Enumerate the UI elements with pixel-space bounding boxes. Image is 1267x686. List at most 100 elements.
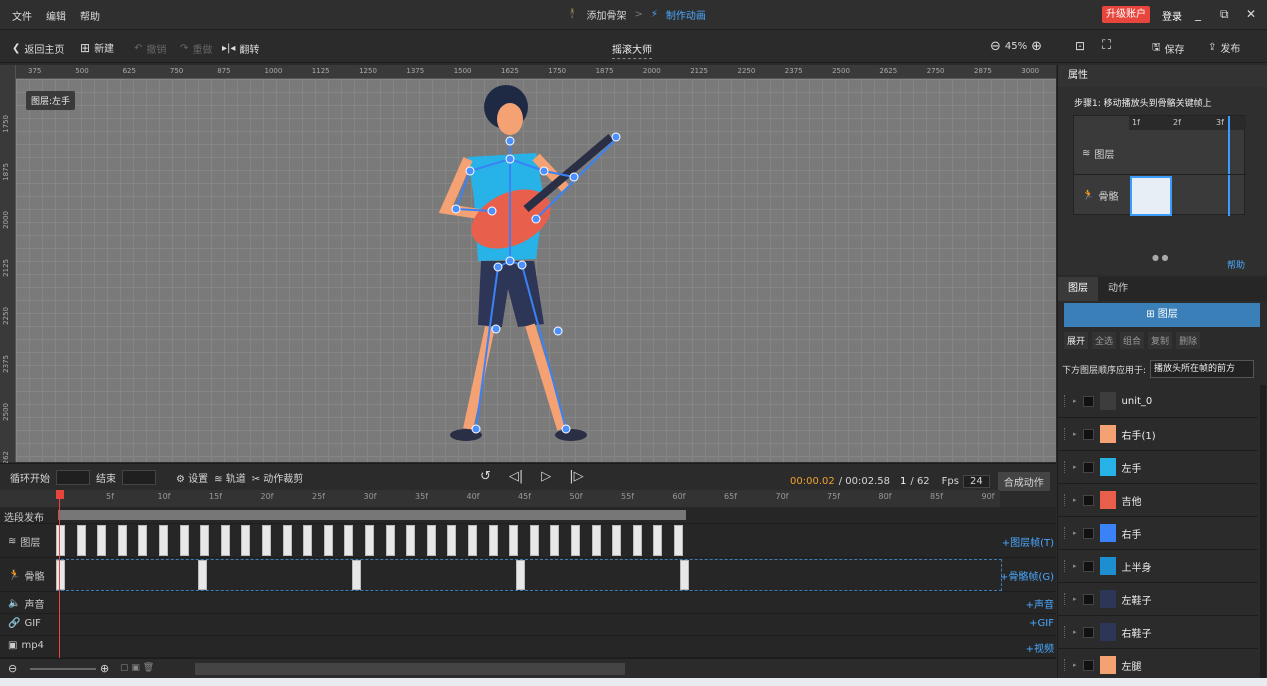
menu-file[interactable]: 文件 — [12, 8, 32, 23]
layer-keyframe[interactable] — [365, 525, 374, 556]
copy-button[interactable]: 复制 — [1148, 332, 1173, 349]
select-all-button[interactable]: 全选 — [1092, 332, 1117, 349]
play-icon[interactable]: ▷ — [541, 469, 551, 484]
layer-keyframe[interactable] — [426, 525, 436, 556]
list-item[interactable]: ▸ 右手 — [1058, 517, 1258, 550]
layer-keyframe[interactable] — [468, 525, 477, 556]
layer-keyframe[interactable] — [97, 525, 107, 556]
bone-keyframe[interactable] — [352, 560, 361, 590]
add-layer-button[interactable]: ⊞ 图层 — [1064, 303, 1260, 327]
bone-keyframe[interactable] — [56, 560, 65, 590]
expand-arrow-icon[interactable]: ▸ — [1073, 628, 1077, 636]
layer-order-select[interactable]: 播放头所在帧的前方 — [1150, 360, 1255, 378]
add-sound-button[interactable]: +声音 — [1026, 596, 1054, 611]
add-layer-frame-button[interactable]: +图层帧(T) — [1002, 534, 1054, 549]
layer-keyframe[interactable] — [571, 525, 580, 556]
back-home-button[interactable]: ❮ 返回主页 — [12, 41, 64, 56]
list-item[interactable]: ▸ 右鞋子 — [1058, 616, 1258, 649]
layer-checkbox[interactable] — [1082, 527, 1094, 539]
layer-keyframe[interactable] — [76, 525, 86, 556]
stage-canvas[interactable]: 图层:左手 — [16, 79, 1056, 462]
cut-button[interactable]: ✂ 动作裁剪 — [252, 470, 304, 485]
expand-arrow-icon[interactable]: ▸ — [1073, 430, 1077, 438]
fit-screen-icon[interactable]: ⊡ — [1075, 39, 1085, 53]
zoom-out-icon[interactable]: ⊖ — [990, 39, 1001, 54]
timeline-zoom-in-icon[interactable]: ⊕ — [100, 662, 109, 675]
layer-checkbox[interactable] — [1082, 626, 1094, 638]
layer-keyframe[interactable] — [344, 525, 354, 556]
layer-keyframe[interactable] — [529, 525, 539, 556]
layer-checkbox[interactable] — [1082, 461, 1094, 473]
list-item[interactable]: ▸ 左手 — [1058, 451, 1258, 484]
list-item[interactable]: ▸ 吉他 — [1058, 484, 1258, 517]
drag-handle-icon[interactable] — [1064, 527, 1067, 539]
timeline-zoom-slider[interactable] — [30, 668, 96, 670]
login-button[interactable]: 登录 — [1162, 8, 1182, 23]
drag-handle-icon[interactable] — [1064, 428, 1067, 440]
prev-frame-icon[interactable]: ◁| — [509, 469, 523, 484]
layer-list-scrollbar[interactable] — [1260, 385, 1266, 685]
save-button[interactable]: 🖫 保存 — [1152, 40, 1185, 57]
drag-handle-icon[interactable] — [1064, 626, 1067, 638]
layer-checkbox[interactable] — [1082, 494, 1094, 506]
rewind-icon[interactable]: ↺ — [480, 469, 491, 484]
timeline-scrollbar[interactable] — [195, 663, 625, 675]
layer-keyframe[interactable] — [447, 525, 457, 556]
layer-keyframe[interactable] — [509, 525, 519, 556]
expand-arrow-icon[interactable]: ▸ — [1073, 496, 1077, 504]
bone-keyframe[interactable] — [516, 560, 525, 590]
menu-edit[interactable]: 编辑 — [46, 8, 66, 23]
combine-action-button[interactable]: 合成动作 — [997, 472, 1050, 491]
add-gif-button[interactable]: +GIF — [1029, 618, 1054, 629]
layer-keyframe[interactable] — [385, 525, 395, 556]
layer-keyframe[interactable] — [200, 525, 210, 556]
next-frame-icon[interactable]: |▷ — [569, 469, 583, 484]
delete-button[interactable]: 删除 — [1176, 332, 1201, 349]
layer-keyframe[interactable] — [550, 525, 560, 556]
segment-range-bar[interactable] — [58, 510, 686, 520]
drag-handle-icon[interactable] — [1064, 395, 1067, 407]
minimize-button[interactable]: _ — [1195, 7, 1201, 21]
layer-keyframe[interactable] — [56, 525, 65, 556]
fps-select[interactable]: 24 — [962, 475, 990, 488]
layer-keyframe[interactable] — [323, 525, 333, 556]
pager-dots[interactable]: ● ● — [1152, 253, 1169, 262]
layer-keyframe[interactable] — [488, 525, 498, 556]
layer-keyframe[interactable] — [674, 525, 683, 556]
document-name[interactable]: 摇滚大师 — [612, 41, 652, 59]
playhead[interactable] — [56, 490, 64, 499]
redo-button[interactable]: ↷ 重做 — [180, 41, 212, 56]
tab-layers[interactable]: 图层 — [1058, 277, 1098, 301]
list-item[interactable]: ▸ 上半身 — [1058, 550, 1258, 583]
add-bone-frame-button[interactable]: +骨骼帧(G) — [1000, 568, 1054, 583]
flip-button[interactable]: ▸|◂ 翻转 — [222, 41, 259, 56]
layer-keyframe[interactable] — [612, 525, 622, 556]
close-button[interactable]: ✕ — [1246, 7, 1256, 21]
list-item[interactable]: ▸ 左鞋子 — [1058, 583, 1258, 616]
drag-handle-icon[interactable] — [1064, 494, 1067, 506]
frame-tools-icons[interactable]: ▢ ▣ 🗑 — [120, 663, 154, 673]
expand-arrow-icon[interactable]: ▸ — [1073, 397, 1077, 405]
expand-arrow-icon[interactable]: ▸ — [1073, 595, 1077, 603]
new-button[interactable]: ⊞ 新建 — [80, 40, 114, 56]
layer-keyframe[interactable] — [303, 525, 313, 556]
tab-actions[interactable]: 动作 — [1098, 277, 1138, 301]
help-link[interactable]: 帮助 — [1227, 258, 1245, 271]
expand-arrow-icon[interactable]: ▸ — [1073, 463, 1077, 471]
menu-help[interactable]: 帮助 — [80, 8, 100, 23]
layer-keyframe[interactable] — [591, 525, 601, 556]
expand-arrow-icon[interactable]: ▸ — [1073, 529, 1077, 537]
layer-keyframe[interactable] — [653, 525, 663, 556]
layer-checkbox[interactable] — [1082, 659, 1094, 671]
layer-keyframe[interactable] — [632, 525, 642, 556]
expand-arrow-icon[interactable]: ▸ — [1073, 661, 1077, 669]
bone-keyframe[interactable] — [198, 560, 207, 590]
layer-keyframe[interactable] — [406, 525, 416, 556]
layer-keyframe[interactable] — [117, 525, 127, 556]
list-item[interactable]: ▸ unit_0 — [1058, 385, 1258, 418]
list-item[interactable]: ▸ 右手(1) — [1058, 418, 1258, 451]
layer-keyframe[interactable] — [220, 525, 230, 556]
settings-button[interactable]: ⚙ 设置 — [176, 470, 208, 485]
layer-keyframe[interactable] — [282, 525, 292, 556]
drag-handle-icon[interactable] — [1064, 560, 1067, 572]
